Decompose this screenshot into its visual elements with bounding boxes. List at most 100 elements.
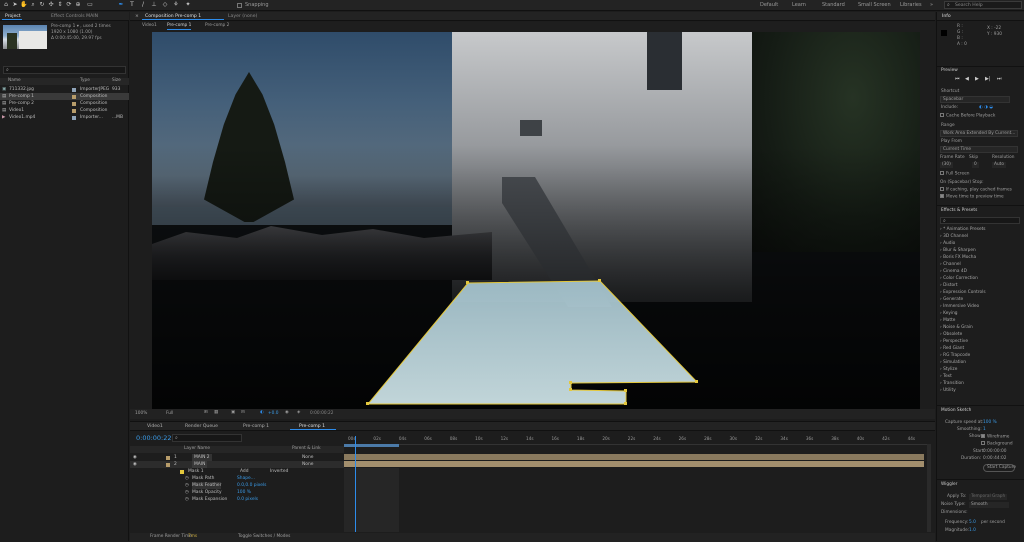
mask-name[interactable]: Mask 1 bbox=[188, 468, 204, 475]
include-icons[interactable]: ◐ ◑ ◒ bbox=[979, 105, 993, 111]
tab-video1[interactable]: Video1 bbox=[144, 422, 166, 431]
hand-tool-icon[interactable]: ✋ bbox=[20, 1, 28, 9]
mask-mode[interactable]: Add bbox=[240, 468, 249, 475]
channel-icon[interactable]: ⊟ bbox=[241, 410, 245, 416]
workspace-small-screen[interactable]: Small Screen bbox=[858, 2, 891, 8]
workspace-learn[interactable]: Learn bbox=[792, 2, 806, 8]
mask-inverted[interactable]: Inverted bbox=[270, 468, 288, 475]
effect-category[interactable]: › Audio bbox=[940, 241, 955, 247]
effect-category[interactable]: › Stylize bbox=[940, 367, 957, 373]
layer-name[interactable]: MAIN 2 bbox=[192, 454, 212, 461]
breadcrumb-precomp1[interactable]: Pre-comp 1 bbox=[167, 23, 192, 30]
project-item[interactable]: ▶ Video1.mp4 Importer... ...MB bbox=[0, 114, 129, 121]
rectangle-tool-icon[interactable]: ▭ bbox=[86, 1, 94, 9]
mask-row[interactable]: Mask 1 Add Inverted bbox=[130, 468, 344, 475]
effect-category[interactable]: › Noise & Grain bbox=[940, 325, 973, 331]
last-frame-icon[interactable]: ⏭ bbox=[997, 76, 1002, 82]
capture-speed-value[interactable]: 100 % bbox=[983, 420, 997, 426]
effect-category[interactable]: › Blur & Sharpen bbox=[940, 248, 976, 254]
exposure-value[interactable]: +0.0 bbox=[268, 411, 278, 417]
mask-prop-row[interactable]: ◷ Mask Path Shape... bbox=[130, 475, 344, 482]
pen-tool-icon[interactable]: ✒ bbox=[117, 1, 125, 9]
workspace-standard[interactable]: Standard bbox=[822, 2, 845, 8]
if-caching-checkbox[interactable]: If caching, play cached frames bbox=[940, 187, 1012, 194]
start-capture-button[interactable]: Start Capture bbox=[983, 464, 1016, 472]
orbit-tool-icon[interactable]: ↻ bbox=[38, 1, 46, 9]
full-screen-checkbox[interactable]: Full Screen bbox=[940, 171, 970, 178]
layer-bar[interactable] bbox=[344, 454, 924, 460]
prev-frame-icon[interactable]: ◀ bbox=[965, 76, 969, 82]
mask-overlay[interactable] bbox=[152, 32, 920, 409]
resolution-value[interactable]: Auto bbox=[992, 162, 1006, 168]
anchor-tool-icon[interactable]: ⊕ bbox=[74, 1, 82, 9]
close-icon[interactable]: × bbox=[132, 12, 142, 21]
prop-value[interactable]: Shape... bbox=[237, 475, 255, 482]
skip-value[interactable]: 0 bbox=[972, 162, 979, 168]
mask-prop-row[interactable]: ◷ Mask Expansion 0.0 pixels bbox=[130, 496, 344, 503]
layer-parent[interactable]: None bbox=[302, 461, 313, 468]
cache-checkbox[interactable]: Cache Before Playback bbox=[940, 113, 995, 120]
col-size[interactable]: Size bbox=[112, 78, 121, 84]
eraser-tool-icon[interactable]: ◇ bbox=[161, 1, 169, 9]
transparency-grid-icon[interactable]: ▦ bbox=[214, 410, 218, 416]
layer-row[interactable]: ◉ 2 MAIN None bbox=[130, 461, 344, 468]
shortcut-dropdown[interactable]: Spacebar bbox=[940, 96, 1010, 103]
mask-prop-row[interactable]: ◷ Mask Feather 0.0,0.0 pixels bbox=[130, 482, 344, 489]
exposure-icon[interactable]: ◐ bbox=[260, 410, 264, 416]
clone-stamp-tool-icon[interactable]: ⊥ bbox=[150, 1, 158, 9]
effect-category[interactable]: › Keying bbox=[940, 311, 958, 317]
toggle-switches-modes[interactable]: Toggle Switches / Modes bbox=[238, 534, 290, 540]
effect-category[interactable]: › Immersive Video bbox=[940, 304, 979, 310]
prop-value[interactable]: 100 % bbox=[237, 489, 251, 496]
effect-category[interactable]: › Simulation bbox=[940, 360, 966, 366]
stopwatch-icon[interactable]: ◷ bbox=[185, 475, 189, 482]
rotate-tool-icon[interactable]: ⟳ bbox=[65, 1, 73, 9]
smoothing-value[interactable]: 1 bbox=[983, 427, 986, 433]
background-checkbox[interactable]: Background bbox=[981, 441, 1013, 448]
effect-category[interactable]: › Transition bbox=[940, 381, 964, 387]
layer-bar[interactable] bbox=[344, 461, 924, 467]
layer-row[interactable]: ◉ 1 MAIN 2 None bbox=[130, 454, 344, 461]
dolly-tool-icon[interactable]: ⇕ bbox=[56, 1, 64, 9]
noise-type-value[interactable]: Smooth bbox=[969, 502, 1009, 508]
breadcrumb-video1[interactable]: Video1 bbox=[142, 23, 157, 29]
range-dropdown[interactable]: Work Area Extended By Current... bbox=[940, 130, 1018, 137]
effects-presets-label[interactable]: Effects & Presets bbox=[941, 208, 977, 214]
region-icon[interactable]: ⊞ bbox=[204, 410, 208, 416]
project-item[interactable]: ▤ Video1 Composition bbox=[0, 107, 129, 114]
stopwatch-icon[interactable]: ◷ bbox=[185, 489, 189, 496]
tab-info[interactable]: Info bbox=[939, 12, 954, 21]
wireframe-checkbox[interactable]: Wireframe bbox=[981, 434, 1009, 441]
effect-category[interactable]: › Channel bbox=[940, 262, 961, 268]
viewer-timecode[interactable]: 0:00:00:22 bbox=[310, 411, 333, 417]
frame-rate-value[interactable]: (30) bbox=[940, 162, 953, 168]
layer-parent[interactable]: None bbox=[302, 454, 313, 461]
zoom-dropdown[interactable]: 100% bbox=[135, 411, 147, 417]
effect-category[interactable]: › * Animation Presets bbox=[940, 227, 986, 233]
effect-category[interactable]: › Text bbox=[940, 374, 952, 380]
project-search-input[interactable]: ⌕ bbox=[3, 66, 126, 74]
magnitude-value[interactable]: 1.0 bbox=[969, 528, 976, 534]
timeline-search-input[interactable]: ⌕ bbox=[172, 434, 242, 442]
effects-search-input[interactable]: ⌕ bbox=[940, 217, 1020, 224]
stopwatch-icon[interactable]: ◷ bbox=[185, 482, 189, 489]
effect-category[interactable]: › Expression Controls bbox=[940, 290, 986, 296]
layer-name[interactable]: MAIN bbox=[192, 461, 208, 468]
prop-value[interactable]: 0.0,0.0 pixels bbox=[237, 482, 266, 489]
show-channel-icon[interactable]: ◈ bbox=[297, 410, 300, 416]
composition-viewer[interactable] bbox=[152, 32, 920, 409]
tab-effect-controls[interactable]: Effect Controls MAIN bbox=[48, 12, 101, 21]
apply-to-value[interactable]: Temporal Graph bbox=[969, 494, 1008, 500]
prop-value[interactable]: 0.0 pixels bbox=[237, 496, 258, 503]
playhead[interactable] bbox=[355, 436, 356, 532]
effect-category[interactable]: › Obsolete bbox=[940, 332, 962, 338]
effect-category[interactable]: › 3D Channel bbox=[940, 234, 968, 240]
roto-brush-tool-icon[interactable]: ⚘ bbox=[172, 1, 180, 9]
mask-visibility-icon[interactable]: ▣ bbox=[231, 410, 235, 416]
snapping-checkbox[interactable] bbox=[237, 3, 242, 8]
workspace-default[interactable]: Default bbox=[760, 2, 778, 8]
help-search-box[interactable]: ⌕ Search Help bbox=[944, 1, 1022, 9]
preview-label[interactable]: Preview bbox=[941, 68, 958, 74]
timeline-timecode[interactable]: 0:00:00:22 bbox=[136, 434, 172, 442]
snapshot-icon[interactable]: ◉ bbox=[285, 410, 289, 416]
